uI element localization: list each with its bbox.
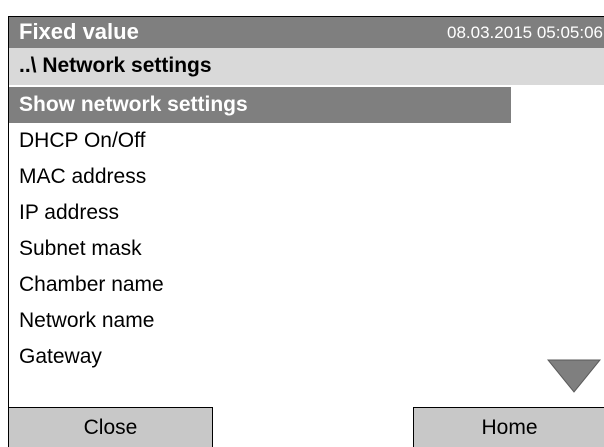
menu-item-dhcp-on-off[interactable]: DHCP On/Off [9, 123, 604, 159]
title-bar: Fixed value 08.03.2015 05:05:06 [9, 17, 604, 48]
breadcrumb-path: ..\ Network settings [19, 54, 212, 77]
menu-item-subnet-mask[interactable]: Subnet mask [9, 231, 604, 267]
triangle-down-icon [546, 359, 602, 393]
settings-menu: Show network settings DHCP On/Off MAC ad… [9, 87, 604, 375]
home-button[interactable]: Home [413, 407, 604, 447]
scroll-down-button[interactable] [546, 359, 602, 393]
date-time-display: 08.03.2015 05:05:06 [447, 23, 603, 42]
menu-item-network-name[interactable]: Network name [9, 303, 604, 339]
menu-item-gateway[interactable]: Gateway [9, 339, 604, 375]
breadcrumb[interactable]: ..\ Network settings [9, 48, 604, 85]
close-button[interactable]: Close [9, 407, 213, 447]
controller-screen: Fixed value 08.03.2015 05:05:06 ..\ Netw… [8, 16, 604, 447]
menu-item-mac-address[interactable]: MAC address [9, 159, 604, 195]
menu-item-ip-address[interactable]: IP address [9, 195, 604, 231]
menu-item-show-network-settings[interactable]: Show network settings [9, 87, 511, 123]
menu-item-chamber-name[interactable]: Chamber name [9, 267, 604, 303]
page-title: Fixed value [19, 19, 139, 44]
